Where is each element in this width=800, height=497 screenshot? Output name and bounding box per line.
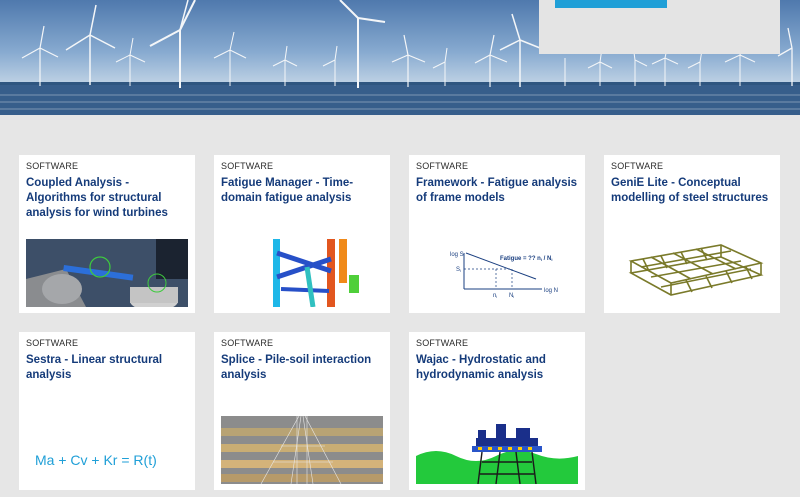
sestra-formula: Ma + Cv + Kr = R(t)	[35, 452, 157, 468]
hero-banner	[0, 0, 800, 115]
hero-cta-button[interactable]	[555, 0, 667, 8]
card-tag: SOFTWARE	[416, 338, 469, 348]
N-label: Ni	[509, 293, 514, 299]
sn-curve-diagram: log S log N Fatigue = ?? ni / Ni Si ni N…	[416, 239, 578, 307]
card-title[interactable]: Fatigue Manager - Time-domain fatigue an…	[221, 176, 387, 206]
fatigue-manager-thumbnail	[221, 239, 383, 307]
wajac-thumbnail	[416, 416, 578, 484]
card-tag: SOFTWARE	[221, 161, 274, 171]
card-title[interactable]: Wajac - Hydrostatic and hydrodynamic ana…	[416, 353, 582, 383]
card-title[interactable]: Sestra - Linear structural analysis	[26, 353, 192, 383]
card-tag: SOFTWARE	[26, 338, 79, 348]
card-title[interactable]: Coupled Analysis - Algorithms for struct…	[26, 176, 192, 221]
coupled-analysis-thumbnail	[26, 239, 188, 307]
card-framework[interactable]: SOFTWARE Framework - Fatigue analysis of…	[409, 155, 585, 313]
splice-thumbnail	[221, 416, 383, 484]
card-coupled-analysis[interactable]: SOFTWARE Coupled Analysis - Algorithms f…	[19, 155, 195, 313]
card-tag: SOFTWARE	[221, 338, 274, 348]
y-axis-label: log S	[450, 252, 464, 258]
card-tag: SOFTWARE	[26, 161, 79, 171]
card-tag: SOFTWARE	[416, 161, 469, 171]
card-sestra[interactable]: SOFTWARE Sestra - Linear structural anal…	[19, 332, 195, 490]
card-fatigue-manager[interactable]: SOFTWARE Fatigue Manager - Time-domain f…	[214, 155, 390, 313]
x-axis-label: log N	[544, 288, 558, 294]
s-label: Si	[456, 267, 461, 273]
card-splice[interactable]: SOFTWARE Splice - Pile-soil interaction …	[214, 332, 390, 490]
card-title[interactable]: Framework - Fatigue analysis of frame mo…	[416, 176, 582, 206]
card-title[interactable]: Splice - Pile-soil interaction analysis	[221, 353, 387, 383]
card-wajac[interactable]: SOFTWARE Wajac - Hydrostatic and hydrody…	[409, 332, 585, 490]
card-genie-lite[interactable]: SOFTWARE GeniE Lite - Conceptual modelli…	[604, 155, 780, 313]
fatigue-equation: Fatigue = ?? ni / Ni	[500, 256, 552, 262]
hero-overlay-panel	[539, 0, 780, 54]
card-title[interactable]: GeniE Lite - Conceptual modelling of ste…	[611, 176, 777, 206]
card-tag: SOFTWARE	[611, 161, 664, 171]
genie-lite-thumbnail	[611, 239, 773, 307]
n-label: ni	[493, 293, 497, 299]
